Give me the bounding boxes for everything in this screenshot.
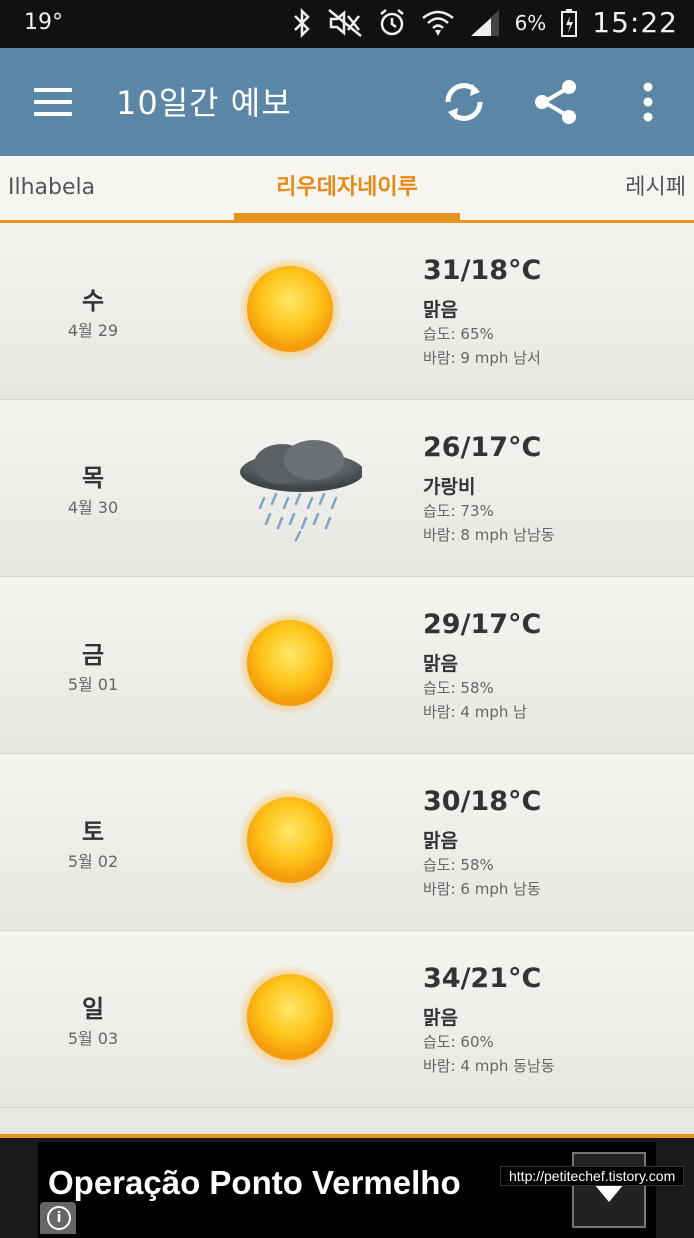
tab-rio-de-janeiro[interactable]: 리우데자네이루 [234,156,460,220]
signal-icon [470,9,499,36]
sunny-icon [238,257,342,361]
condition-label: 맑음 [423,299,458,321]
ad-headline[interactable]: Operação Ponto Vermelho [48,1164,461,1202]
app-bar: 10일간 예보 [0,48,694,156]
arrow-down-icon [594,1184,624,1202]
condition-label: 가랑비 [423,476,476,498]
battery-percent: 6% [514,10,547,35]
day-label: 일 [81,995,105,1023]
status-temperature: 19° [24,10,63,35]
tab-recife[interactable]: 레시페 [625,156,686,220]
location-tabs: Ilhabela 리우데자네이루 레시페 [0,156,694,223]
wind-label: 바람: 4 mph 동남동 [423,1057,555,1075]
status-time: 15:22 [592,6,678,39]
date-label: 5월 03 [67,1029,119,1048]
refresh-icon [445,83,483,121]
wind-label: 바람: 6 mph 남동 [423,880,541,898]
forecast-list: 수 4월 29 31/18°C 맑음 습도: 65% 바람: 9 mph 남서 … [0,223,694,1108]
day-label: 금 [81,641,105,669]
share-button[interactable] [528,74,584,130]
wifi-icon [421,10,454,36]
more-vert-icon [643,82,653,122]
date-label: 4월 30 [67,498,119,517]
day-label: 수 [81,287,105,315]
wind-label: 바람: 8 mph 남남동 [423,526,555,544]
day-label: 목 [81,464,105,492]
alarm-icon [379,8,404,35]
humidity-label: 습도: 58% [423,856,494,874]
temperature-range: 26/17°C [423,432,542,463]
humidity-label: 습도: 60% [423,1033,494,1051]
forecast-row[interactable]: 목 4월 30 26/17°C 가랑비 습도: 73% 바람: 8 mph 남남… [0,400,694,577]
humidity-label: 습도: 65% [423,325,494,343]
tab-label: 리우데자네이루 [276,175,418,200]
battery-icon [561,8,578,37]
temperature-range: 30/18°C [423,786,542,817]
app-title: 10일간 예보 [116,84,292,122]
forecast-row[interactable]: 수 4월 29 31/18°C 맑음 습도: 65% 바람: 9 mph 남서 [0,223,694,400]
date-label: 5월 01 [67,675,119,694]
temperature-range: 34/21°C [423,963,542,994]
bluetooth-icon [293,7,310,38]
mute-icon [327,8,362,37]
info-icon: i [47,1206,71,1230]
forecast-row[interactable]: 금 5월 01 29/17°C 맑음 습도: 58% 바람: 4 mph 남 [0,577,694,754]
temperature-range: 29/17°C [423,609,542,640]
condition-label: 맑음 [423,1007,458,1029]
temperature-range: 31/18°C [423,255,542,286]
refresh-button[interactable] [436,74,492,130]
wind-label: 바람: 9 mph 남서 [423,349,541,367]
humidity-label: 습도: 73% [423,502,494,520]
condition-label: 맑음 [423,653,458,675]
humidity-label: 습도: 58% [423,679,494,697]
watermark-url: http://petitechef.tistory.com [500,1166,685,1186]
menu-button[interactable] [30,84,74,120]
ad-banner[interactable]: Operação Ponto Vermelho i http://petitec… [0,1134,694,1238]
sunny-icon [238,611,342,715]
status-bar: 19° 6% 15:22 [0,0,694,48]
day-label: 토 [81,818,105,846]
forecast-row[interactable]: 토 5월 02 30/18°C 맑음 습도: 58% 바람: 6 mph 남동 [0,754,694,931]
sunny-icon [238,788,342,892]
condition-label: 맑음 [423,830,458,852]
status-icons: 6% 15:22 [291,6,678,39]
wind-label: 바람: 4 mph 남 [423,703,527,721]
more-options-button[interactable] [620,74,676,130]
ad-download-button[interactable] [572,1152,646,1228]
ad-info-button[interactable]: i [40,1202,76,1234]
date-label: 4월 29 [67,321,119,340]
date-label: 5월 02 [67,852,119,871]
rain-cloud-icon [240,440,362,542]
forecast-row[interactable]: 일 5월 03 34/21°C 맑음 습도: 60% 바람: 4 mph 동남동 [0,931,694,1108]
tab-ilhabela[interactable]: Ilhabela [8,156,95,220]
tab-indicator [234,213,460,220]
sunny-icon [238,965,342,1069]
share-icon [535,80,576,124]
